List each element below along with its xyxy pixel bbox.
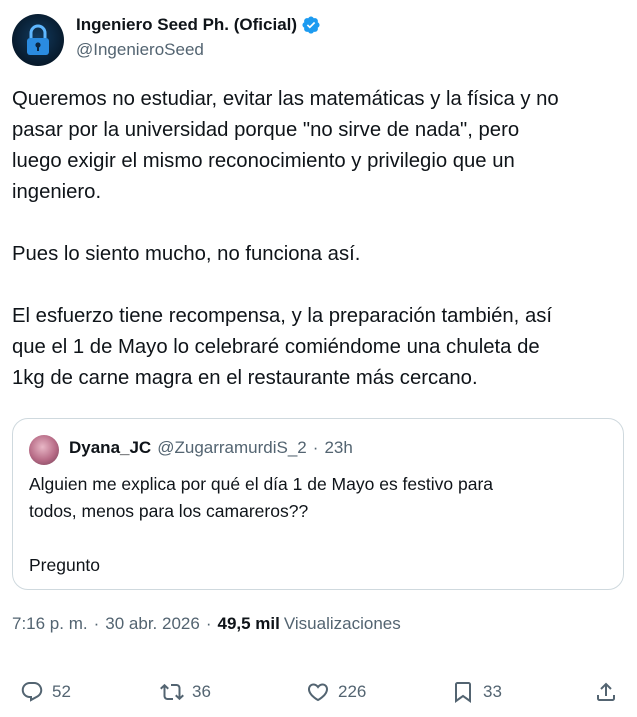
quoted-header: Dyana_JC @ZugarramurdiS_2 · 23h — [69, 438, 353, 458]
quoted-avatar[interactable] — [29, 435, 59, 465]
tweet-line: 1kg de carne magra en el restaurante más… — [12, 367, 478, 389]
tweet-line: Pues lo siento mucho, no funciona así. — [12, 243, 361, 265]
tweet-date[interactable]: 30 abr. 2026 — [105, 614, 200, 634]
tweet-time[interactable]: 7:16 p. m. — [12, 614, 88, 634]
reply-icon — [21, 682, 43, 702]
quoted-tweet[interactable]: Dyana_JC @ZugarramurdiS_2 · 23h Alguien … — [12, 418, 624, 590]
quoted-text: Alguien me explica por qué el día 1 de M… — [29, 471, 609, 579]
tweet-line: ingeniero. — [12, 181, 102, 203]
bookmark-button[interactable]: 33 — [451, 680, 502, 704]
separator-dot: · — [205, 614, 212, 633]
reply-count: 52 — [52, 682, 71, 701]
tweet-line: que el 1 de Mayo lo celebraré comiéndome… — [12, 336, 540, 358]
reply-button[interactable]: 52 — [20, 680, 71, 704]
views-label: Visualizaciones — [283, 614, 401, 633]
bookmark-count: 33 — [483, 682, 502, 701]
lock-avatar-icon — [27, 24, 49, 55]
quoted-line: Alguien me explica por qué el día 1 de M… — [29, 474, 494, 494]
author-name[interactable]: Ingeniero Seed Ph. (Oficial) — [76, 15, 297, 35]
quoted-author-name[interactable]: Dyana_JC — [69, 438, 151, 458]
share-icon — [597, 682, 615, 701]
tweet-text: Queremos no estudiar, evitar las matemát… — [12, 84, 627, 394]
separator-dot: · — [312, 438, 319, 457]
share-button[interactable] — [594, 680, 618, 704]
bookmark-icon — [455, 682, 471, 703]
tweet-line: El esfuerzo tiene recompensa, y la prepa… — [12, 305, 552, 327]
like-icon — [307, 683, 329, 702]
author-handle[interactable]: @IngenieroSeed — [76, 40, 204, 60]
tweet-line: luego exigir el mismo reconocimiento y p… — [12, 150, 515, 172]
tweet-line: Queremos no estudiar, evitar las matemát… — [12, 88, 559, 110]
verified-badge-icon — [302, 16, 320, 34]
author-avatar[interactable] — [12, 14, 64, 66]
tweet-line: pasar por la universidad porque "no sirv… — [12, 119, 520, 141]
repost-button[interactable]: 36 — [160, 680, 211, 704]
tweet-meta: 7:16 p. m. · 30 abr. 2026 · 49,5 mil Vis… — [12, 614, 401, 634]
quoted-line: todos, menos para los camareros?? — [29, 501, 309, 521]
repost-icon — [160, 683, 184, 701]
author-name-row: Ingeniero Seed Ph. (Oficial) — [76, 14, 321, 36]
repost-count: 36 — [192, 682, 211, 701]
like-count: 226 — [338, 682, 367, 701]
views-count: 49,5 mil — [217, 614, 280, 633]
separator-dot: · — [93, 614, 100, 633]
quoted-time[interactable]: 23h — [324, 438, 352, 458]
like-button[interactable]: 226 — [306, 680, 366, 704]
action-bar: 52 36 226 33 — [0, 676, 637, 712]
quoted-line: Pregunto — [29, 555, 101, 575]
quoted-author-handle[interactable]: @ZugarramurdiS_2 — [157, 438, 307, 458]
